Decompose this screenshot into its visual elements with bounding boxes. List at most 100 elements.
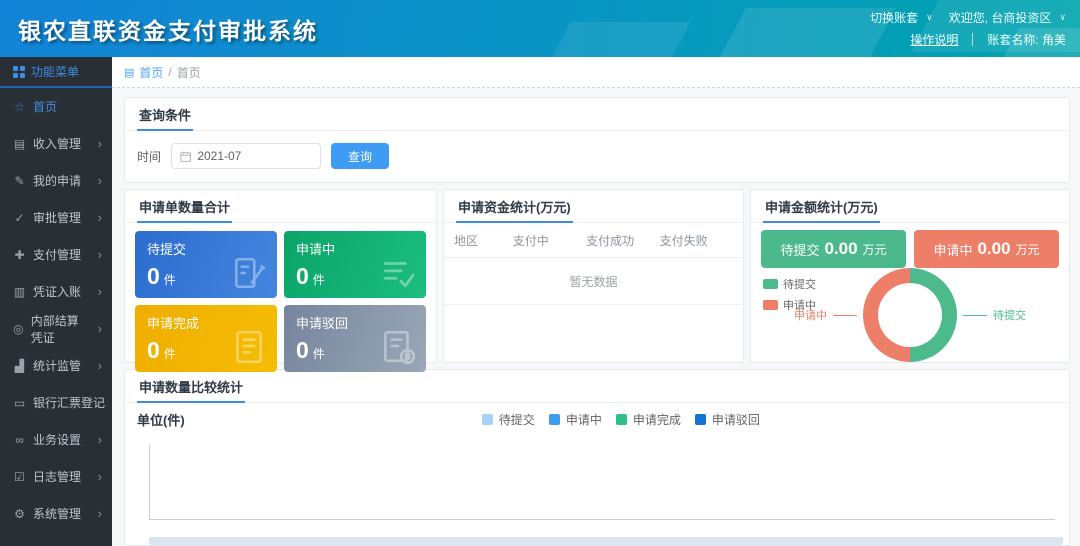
menu-grid-icon: [13, 66, 25, 78]
stat-card-rejected[interactable]: 申请驳回 0 件: [284, 305, 426, 372]
legend-label: 申请驳回: [712, 411, 760, 428]
stat-card-value: 0: [147, 337, 160, 364]
sidebar-item-label: 统计监管: [33, 357, 81, 374]
doc-reject-icon: [379, 328, 417, 366]
search-button[interactable]: 查询: [331, 143, 389, 169]
sidebar-item-income[interactable]: ▤ 收入管理 ›: [0, 125, 112, 162]
amount-stats-panel: 申请金额统计(万元) 待提交 0.00 万元 申请中: [750, 189, 1070, 363]
legend-item-pending[interactable]: 待提交: [763, 276, 816, 292]
legend-label: 申请中: [566, 411, 602, 428]
header-info-row: 操作说明 账套名称: 角美: [910, 31, 1066, 48]
comparison-head: 申请数量比较统计: [125, 370, 1069, 403]
legend-item-in-progress[interactable]: 申请中: [549, 411, 602, 428]
chevron-right-icon: ›: [98, 358, 102, 373]
app-title: 银农直联资金支付审批系统: [18, 12, 318, 46]
my-apply-pencil-icon: ✎: [13, 174, 26, 188]
content: 查询条件 时间 查询: [112, 88, 1080, 546]
inprogress-amount-button[interactable]: 申请中 0.00 万元: [914, 230, 1059, 268]
amount-body: 待提交 0.00 万元 申请中 0.00 万元: [751, 223, 1069, 362]
breadcrumb: ▤ 首页 / 首页: [112, 57, 1080, 88]
stat-card-in-progress[interactable]: 申请中 0 件: [284, 231, 426, 298]
sidebar-item-home[interactable]: ☆ 首页: [0, 88, 112, 125]
sidebar-item-approval[interactable]: ✓ 审批管理 ›: [0, 199, 112, 236]
chart-plot-axes: [149, 445, 1055, 520]
welcome-user-link[interactable]: 欢迎您, 台商投资区: [949, 9, 1052, 26]
stat-card-completed[interactable]: 申请完成 0 件: [135, 305, 277, 372]
pending-amount-button[interactable]: 待提交 0.00 万元: [761, 230, 906, 268]
amount-buttons: 待提交 0.00 万元 申请中 0.00 万元: [761, 230, 1059, 268]
legend-label: 申请完成: [633, 411, 681, 428]
sidebar-item-label: 凭证入账: [33, 283, 81, 300]
chevron-right-icon: ›: [98, 247, 102, 262]
sidebar: 功能菜单 ☆ 首页 ▤ 收入管理 › ✎ 我的申请 › ✓ 审批管理 ›: [0, 57, 112, 546]
stat-card-value: 0: [296, 263, 309, 290]
bank-draft-icon: ▭: [13, 396, 26, 410]
sidebar-item-my-apply[interactable]: ✎ 我的申请 ›: [0, 162, 112, 199]
approval-check-icon: ✓: [13, 211, 26, 225]
legend-swatch-salmon: [763, 300, 778, 310]
sidebar-item-label: 收入管理: [33, 135, 81, 152]
leader-line: [963, 315, 987, 316]
sidebar-item-internal-settlement[interactable]: ◎ 内部结算凭证 ›: [0, 310, 112, 347]
amount-value: 0.00: [977, 239, 1010, 259]
stat-card-value: 0: [147, 263, 160, 290]
account-name-label: 账套名称: 角美: [987, 31, 1066, 48]
stats-chart-icon: ▟: [13, 359, 26, 373]
count-summary-title: 申请单数量合计: [137, 190, 232, 223]
payment-cross-icon: ✚: [13, 248, 26, 262]
stat-card-pending-submit[interactable]: 待提交 0 件: [135, 231, 277, 298]
sidebar-item-bank-draft[interactable]: ▭ 银行汇票登记: [0, 384, 112, 421]
legend-item-inprogress[interactable]: 申请中: [763, 297, 816, 313]
menu-title: 功能菜单: [31, 63, 79, 80]
count-summary-head: 申请单数量合计: [125, 190, 436, 223]
breadcrumb-home-link[interactable]: 首页: [139, 64, 163, 81]
sidebar-item-voucher-entry[interactable]: ▥ 凭证入账 ›: [0, 273, 112, 310]
time-input[interactable]: [197, 149, 312, 163]
chevron-down-icon[interactable]: ∨: [1059, 12, 1066, 23]
home-star-icon: ☆: [13, 100, 26, 114]
switch-account-link[interactable]: 切换账套: [870, 9, 918, 26]
legend-label: 待提交: [783, 276, 816, 292]
chevron-right-icon: ›: [98, 136, 102, 151]
count-summary-panel: 申请单数量合计 待提交 0 件: [124, 189, 437, 363]
sidebar-item-system-management[interactable]: ⚙ 系统管理 ›: [0, 495, 112, 532]
header-right: 切换账套 ∨ 欢迎您, 台商投资区 ∨ 操作说明 账套名称: 角美: [870, 9, 1066, 48]
donut-chart[interactable]: [863, 268, 957, 362]
sidebar-item-stats-supervision[interactable]: ▟ 统计监管 ›: [0, 347, 112, 384]
sidebar-item-log-management[interactable]: ☑ 日志管理 ›: [0, 458, 112, 495]
operation-guide-link[interactable]: 操作说明: [910, 31, 958, 48]
legend-item-rejected[interactable]: 申请驳回: [695, 411, 760, 428]
column-header-success: 支付成功: [586, 232, 659, 249]
donut-right-label: 待提交: [993, 307, 1026, 323]
chevron-right-icon: ›: [98, 469, 102, 484]
comparison-title: 申请数量比较统计: [137, 370, 245, 403]
leader-line: [833, 315, 857, 316]
donut-chart-zone: 待提交 申请中 申请中: [761, 268, 1059, 358]
header-account-row: 切换账套 ∨ 欢迎您, 台商投资区 ∨: [870, 9, 1066, 26]
chevron-down-icon[interactable]: ∨: [926, 12, 933, 23]
query-panel-head: 查询条件: [125, 98, 1069, 131]
document-icon: ▤: [124, 66, 134, 79]
voucher-entry-icon: ▥: [13, 285, 26, 299]
horizontal-scrollbar[interactable]: [149, 537, 1063, 545]
business-link-icon: ∞: [13, 433, 26, 447]
legend-item-pending-submit[interactable]: 待提交: [482, 411, 535, 428]
sidebar-item-payment[interactable]: ✚ 支付管理 ›: [0, 236, 112, 273]
query-panel-title: 查询条件: [137, 98, 193, 131]
legend-swatch-green: [616, 414, 627, 425]
stat-card-unit: 件: [164, 345, 176, 362]
sidebar-item-label: 业务设置: [33, 431, 81, 448]
chevron-right-icon: ›: [98, 284, 102, 299]
legend-item-completed[interactable]: 申请完成: [616, 411, 681, 428]
fund-table-header: 地区 支付中 支付成功 支付失败: [444, 223, 743, 258]
app-header: 银农直联资金支付审批系统 切换账套 ∨ 欢迎您, 台商投资区 ∨ 操作说明 账套…: [0, 0, 1080, 57]
sidebar-item-label: 审批管理: [33, 209, 81, 226]
app-root: 银农直联资金支付审批系统 切换账套 ∨ 欢迎您, 台商投资区 ∨ 操作说明 账套…: [0, 0, 1080, 546]
legend-label: 申请中: [783, 297, 816, 313]
sidebar-item-business-settings[interactable]: ∞ 业务设置 ›: [0, 421, 112, 458]
donut-legend: 待提交 申请中: [763, 276, 816, 313]
y-axis-unit-label: 单位(件): [137, 410, 185, 429]
time-picker[interactable]: [171, 143, 321, 169]
fund-stats-title: 申请资金统计(万元): [456, 190, 573, 223]
header-decor-shape: [714, 8, 896, 57]
